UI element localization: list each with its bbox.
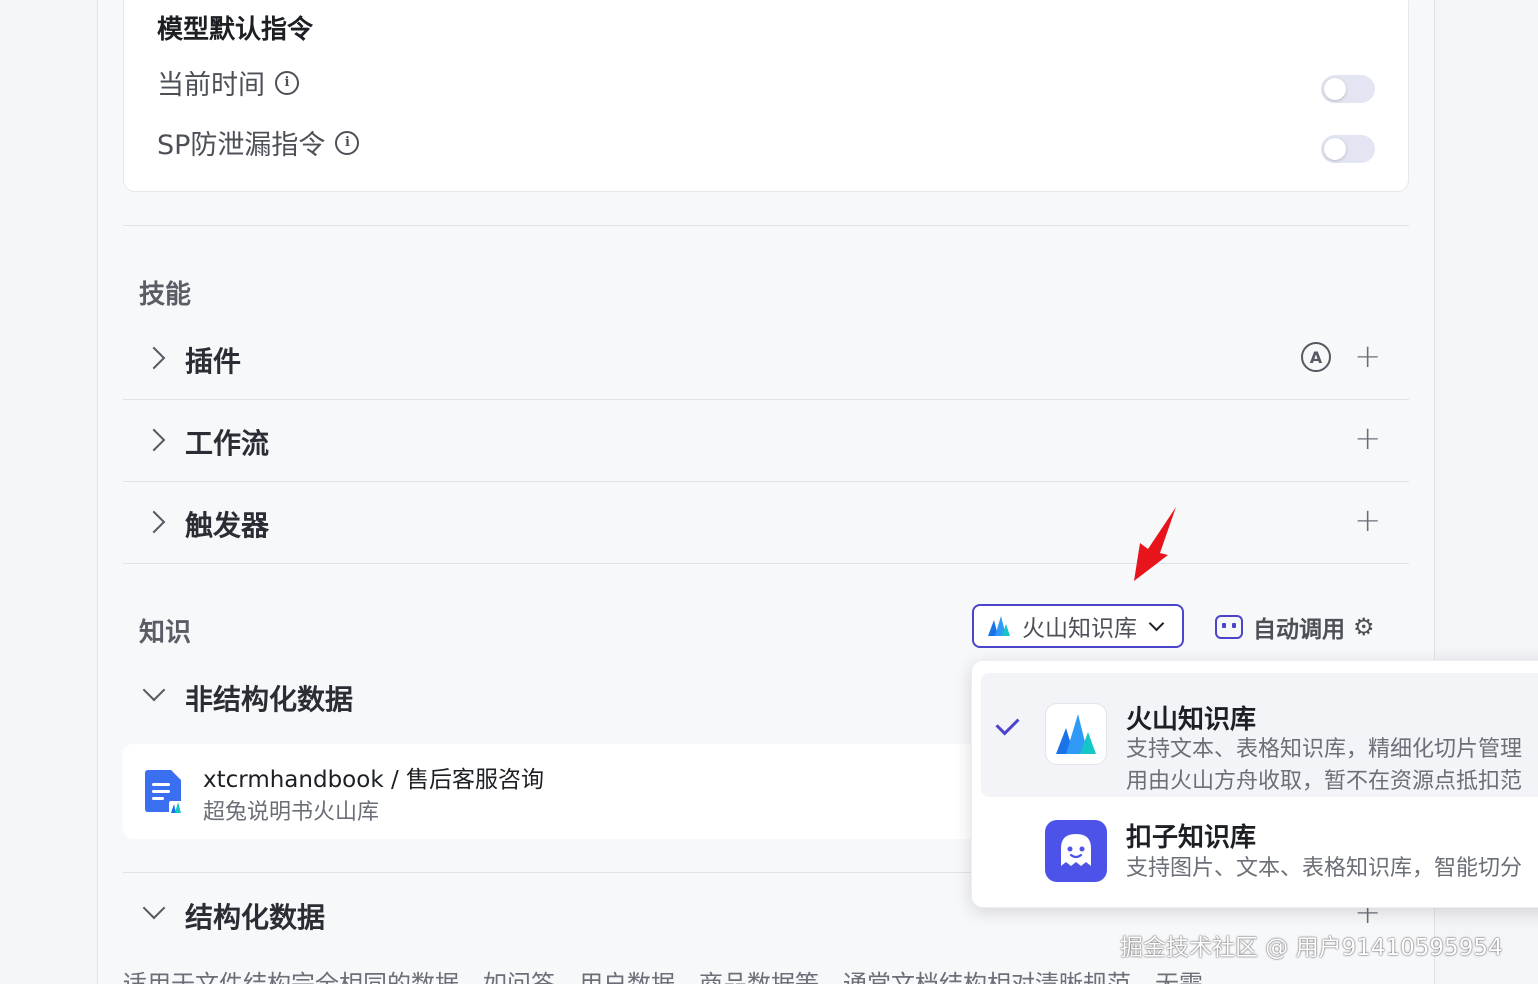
option-label: SP防泄漏指令 (157, 130, 326, 161)
chevron-down-icon (1148, 615, 1165, 632)
knowledge-base-select-value: 火山知识库 (1022, 616, 1137, 642)
unstructured-data-title: 非结构化数据 (185, 683, 354, 716)
knowledge-title: 知识 (139, 618, 192, 648)
add-plugin-button[interactable]: + (1354, 340, 1381, 372)
file-subtitle: 超兔说明书火山库 (203, 800, 380, 825)
structured-data-title: 结构化数据 (185, 901, 326, 934)
volcano-logo-icon (988, 616, 1010, 636)
chevron-down-icon[interactable] (142, 678, 166, 702)
dropdown-item-desc: 用由火山方舟收取，暂不在资源点抵扣范 (1126, 769, 1523, 794)
model-defaults-title: 模型默认指令 (157, 15, 314, 45)
skill-row-label: 工作流 (185, 427, 270, 460)
chevron-right-icon[interactable] (142, 346, 166, 370)
gear-icon[interactable]: ⚙ (1353, 613, 1375, 641)
skill-row-plugins[interactable]: 插件 A + (123, 318, 1409, 398)
file-name: xtcrmhandbook / 售后客服咨询 (203, 767, 545, 793)
chevron-down-icon[interactable] (142, 896, 166, 920)
divider (123, 563, 1409, 564)
chevron-right-icon[interactable] (142, 428, 166, 452)
auto-call-control[interactable]: 自动调用 ⚙ (1215, 610, 1375, 644)
robot-icon (1215, 615, 1243, 639)
dropdown-item-desc: 支持图片、文本、表格知识库，智能切分 (1126, 856, 1523, 881)
current-time-toggle[interactable] (1321, 75, 1375, 103)
dropdown-item-coze[interactable]: 扣子知识库 支持图片、文本、表格知识库，智能切分 (981, 797, 1538, 907)
chevron-right-icon[interactable] (142, 510, 166, 534)
skill-row-label: 插件 (185, 345, 242, 378)
knowledge-base-dropdown: 火山知识库 支持文本、表格知识库，精细化切片管理 用由火山方舟收取，暂不在资源点… (971, 660, 1538, 908)
info-icon[interactable]: i (275, 70, 299, 95)
sp-leak-toggle[interactable] (1321, 135, 1375, 163)
add-trigger-button[interactable]: + (1354, 504, 1381, 536)
dropdown-item-title: 火山知识库 (1126, 705, 1257, 735)
volcano-logo-icon (1045, 703, 1107, 765)
skills-title: 技能 (139, 280, 192, 310)
model-defaults-card: 模型默认指令 当前时间 i SP防泄漏指令 i (123, 0, 1409, 192)
auto-call-label: 自动调用 (1253, 617, 1345, 643)
skill-row-trigger[interactable]: 触发器 + (123, 482, 1409, 562)
document-icon (145, 770, 183, 815)
skill-row-workflow[interactable]: 工作流 + (123, 400, 1409, 480)
option-sp-leak: SP防泄漏指令 i (157, 123, 360, 162)
option-current-time: 当前时间 i (157, 63, 299, 102)
dropdown-item-title: 扣子知识库 (1126, 823, 1257, 853)
dropdown-item-volcano[interactable]: 火山知识库 支持文本、表格知识库，精细化切片管理 用由火山方舟收取，暂不在资源点… (981, 673, 1538, 797)
coze-logo-icon (1045, 820, 1107, 882)
divider (123, 225, 1409, 226)
info-icon[interactable]: i (335, 130, 360, 155)
annotation-arrow-icon (1134, 507, 1176, 581)
add-workflow-button[interactable]: + (1354, 422, 1381, 454)
structured-data-description: 适用于文件结构完全相同的数据，如问答、用户数据、商品数据等，通常文档结构相对清晰… (123, 970, 1203, 984)
knowledge-base-select[interactable]: 火山知识库 (972, 604, 1184, 648)
skill-row-label: 触发器 (185, 509, 270, 542)
option-label: 当前时间 (157, 70, 265, 101)
check-icon (995, 711, 1020, 736)
auto-mode-icon[interactable]: A (1301, 342, 1331, 372)
dropdown-item-desc: 支持文本、表格知识库，精细化切片管理 (1126, 737, 1523, 762)
watermark: 掘金技术社区 @ 用户91410595954 (1120, 935, 1503, 961)
